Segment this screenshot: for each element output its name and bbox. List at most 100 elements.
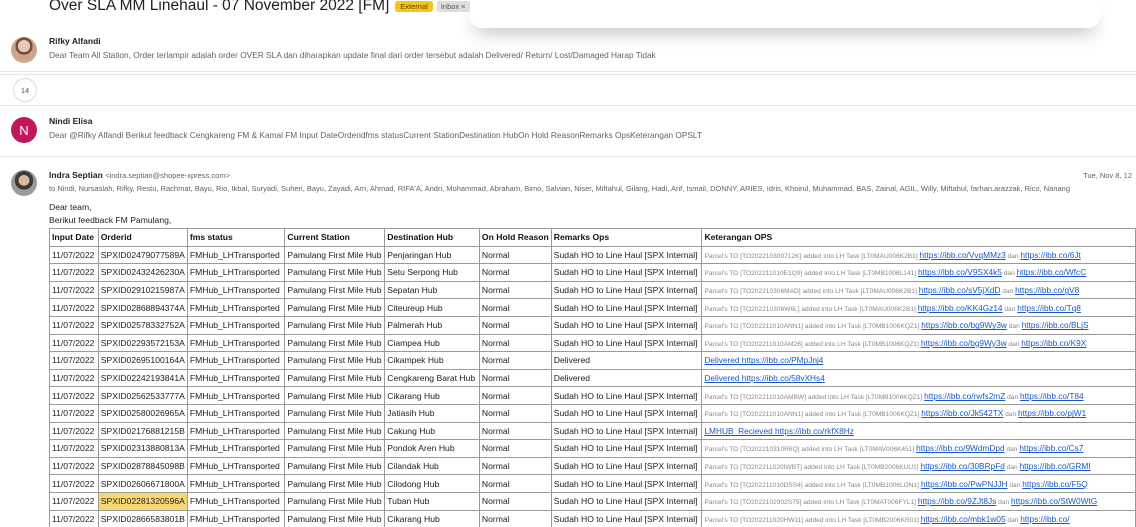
label-inbox[interactable]: Inbox ×: [436, 0, 470, 12]
evidence-link[interactable]: https://ibb.co/BLjS: [1022, 320, 1089, 330]
sender-name: Rifky Alfandi: [49, 36, 101, 46]
keterangan-text: Parcel's TO [TO202211010AM26] added into…: [704, 340, 921, 348]
keterangan-text: Parcel's TO [TO202211020HW11] added into…: [704, 516, 921, 524]
cell-on-hold-reason: Normal: [478, 315, 552, 335]
evidence-link[interactable]: https://ibb.co/KK4Gz14: [918, 303, 1003, 313]
cell-keterangan-ops: Parcel's TO [TO2022102902S75] added into…: [701, 491, 1136, 511]
avatar[interactable]: N: [11, 117, 37, 143]
cell-fms-status: FMHub_LHTransported: [186, 386, 286, 405]
cell-keterangan-ops: Delivered https://ibb.co/58vXHs4: [701, 368, 1136, 388]
column-header: fms status: [186, 228, 286, 247]
evidence-link[interactable]: https://ibb.co/bg9Wy3w: [921, 338, 1007, 348]
column-header: On Hold Reason: [478, 228, 552, 247]
cell-input-date: 11/07/2022: [49, 351, 99, 370]
cell-on-hold-reason: Normal: [478, 298, 552, 317]
message-date: Tue, Nov 8, 12: [1083, 171, 1132, 180]
cell-fms-status: FMHub_LHTransported: [186, 280, 286, 300]
avatar[interactable]: [11, 37, 37, 63]
cell-destination-hub: Sepatan Hub: [384, 280, 480, 300]
cell-remarks-ops: Sudah HO to Line Haul [SPX Internal]: [550, 386, 703, 405]
cell-current-station: Pamulang First Mile Hub: [284, 298, 386, 317]
cell-input-date: 11/07/2022: [49, 491, 99, 511]
evidence-link[interactable]: https://ibb.co/mbk1w05: [921, 514, 1006, 524]
cell-destination-hub: Penjaringan Hub: [384, 245, 480, 265]
message-snippet[interactable]: Dear @Rifky Alfandi Berikut feedback Cen…: [49, 130, 702, 140]
keterangan-text: Parcel's TO [TO202211010ANN1] added into…: [704, 411, 922, 419]
evidence-link[interactable]: https://ibb.co/gV8: [1015, 285, 1079, 295]
cell-keterangan-ops: Parcel's TO [TO202210306MAD] added into …: [701, 280, 1136, 300]
cell-remarks-ops: Sudah HO to Line Haul [SPX Internal]: [550, 333, 703, 353]
cell-on-hold-reason: Normal: [478, 474, 552, 493]
cell-fms-status: FMHub_LHTransported: [186, 491, 286, 511]
table-row: 11/07/2022 SPXID02695100164A FMHub_LHTrans…: [49, 351, 1136, 370]
evidence-link[interactable]: https://ibb.co/bg9Wy3w: [921, 320, 1007, 330]
intro-text: Berikut feedback FM Pamulang,: [49, 215, 172, 225]
cell-on-hold-reason: Normal: [478, 403, 552, 423]
cell-keterangan-ops: Parcel's TO [TO202211020HW11] added into…: [701, 509, 1136, 527]
evidence-link[interactable]: https://ibb.co/9ZJt8Js: [918, 496, 996, 506]
cell-destination-hub: Cikarang Hub: [384, 386, 480, 405]
evidence-link[interactable]: https://ibb.co/sV5jXdD: [919, 285, 1001, 295]
cell-on-hold-reason: Normal: [478, 263, 552, 282]
cell-destination-hub: Palmerah Hub: [384, 315, 480, 335]
cell-current-station: Pamulang First Mile Hub: [284, 351, 386, 370]
status-link[interactable]: LMHUB_Recieved https://ibb.co/rkfX8Hz: [704, 426, 853, 436]
evidence-link[interactable]: https://ibb.co/F5Q: [1022, 479, 1087, 489]
message-snippet[interactable]: Dear Team All Station, Order terlampir a…: [49, 50, 656, 60]
keterangan-text: Parcel's TO [TO202211010AMBW] added into…: [704, 393, 925, 401]
cell-input-date: 11/07/2022: [49, 298, 99, 317]
cell-orderid: SPXID02695100164A: [97, 351, 188, 370]
cell-on-hold-reason: Normal: [478, 368, 552, 388]
cell-orderid: SPXID02578332752A: [97, 315, 188, 335]
cell-current-station: Pamulang First Mile Hub: [284, 421, 386, 441]
cell-keterangan-ops: Parcel's TO [TO202210306W6L] added into …: [701, 298, 1136, 317]
keterangan-text: Parcel's TO [TO202210306MAD] added into …: [704, 288, 919, 296]
evidence-link[interactable]: https://ibb.co/V9SX4k5: [918, 267, 1002, 277]
evidence-link[interactable]: https://ibb.co/VvqMMz3: [920, 250, 1006, 260]
evidence-link[interactable]: https://ibb.co/rwfs2mZ: [924, 391, 1005, 401]
table-row: 11/07/2022 SPXID02866583801B FMHub_LHTrans…: [49, 509, 1136, 527]
table-row: 11/07/2022 SPXID02868894374A FMHub_LHTrans…: [49, 298, 1136, 317]
cell-orderid: SPXID02580026965A: [97, 403, 188, 423]
evidence-link[interactable]: https://ibb.co/T84: [1020, 391, 1084, 401]
evidence-link[interactable]: https://ibb.co/StW0WtG: [1011, 496, 1097, 506]
evidence-link[interactable]: https://ibb.co/pjW1: [1018, 408, 1086, 418]
conjunction-text: dan: [1005, 516, 1021, 524]
cell-current-station: Pamulang First Mile Hub: [284, 280, 386, 300]
evidence-link[interactable]: https://ibb.co/PwPNJJH: [921, 479, 1008, 489]
cell-remarks-ops: Sudah HO to Line Haul [SPX Internal]: [550, 263, 703, 282]
cell-fms-status: FMHub_LHTransported: [186, 315, 286, 335]
evidence-link[interactable]: https://ibb.co/GRMI: [1020, 461, 1091, 471]
status-link[interactable]: Delivered https://ibb.co/PMpJnj4: [704, 355, 823, 365]
evidence-link[interactable]: https://ibb.co/: [1020, 514, 1069, 524]
cell-destination-hub: Jatiasih Hub: [384, 403, 480, 423]
recipients-list[interactable]: to Nindi, Nursaslah, Rifky, Restu, Rachm…: [49, 184, 1136, 193]
cell-fms-status: FMHub_LHTransported: [186, 368, 286, 388]
cell-orderid: SPXID02878845098B: [97, 456, 188, 476]
evidence-link[interactable]: https://ibb.co/30BRpFd: [920, 461, 1004, 471]
status-link[interactable]: Delivered https://ibb.co/58vXHs4: [704, 373, 824, 383]
evidence-link[interactable]: https://ibb.co/Tq8: [1017, 303, 1081, 313]
conjunction-text: dan: [1006, 323, 1022, 331]
cell-orderid: SPXID02606671800A: [97, 474, 188, 493]
avatar[interactable]: [11, 170, 37, 196]
collapsed-messages-count[interactable]: 14: [13, 78, 37, 102]
evidence-link[interactable]: https://ibb.co/K9X: [1021, 338, 1086, 348]
evidence-link[interactable]: https://ibb.co/9WdmDpd: [916, 443, 1005, 453]
evidence-link[interactable]: https://ibb.co/Jk542TX: [921, 408, 1003, 418]
cell-current-station: Pamulang First Mile Hub: [284, 439, 386, 458]
remove-label-icon[interactable]: ×: [461, 2, 465, 11]
evidence-link[interactable]: https://ibb.co/Cs7: [1019, 443, 1083, 453]
cell-fms-status: FMHub_LHTransported: [186, 456, 286, 476]
cell-remarks-ops: Sudah HO to Line Haul [SPX Internal]: [550, 315, 703, 335]
cell-on-hold-reason: Normal: [478, 491, 552, 511]
cell-current-station: Pamulang First Mile Hub: [284, 509, 386, 527]
cell-fms-status: FMHub_LHTransported: [186, 263, 286, 282]
cell-remarks-ops: Sudah HO to Line Haul [SPX Internal]: [550, 403, 703, 423]
divider: [0, 105, 1136, 106]
evidence-link[interactable]: https://ibb.co/6Jt: [1020, 250, 1080, 260]
cell-destination-hub: Citeureup Hub: [384, 298, 480, 317]
cell-fms-status: FMHub_LHTransported: [186, 474, 286, 493]
evidence-link[interactable]: https://ibb.co/WfcC: [1017, 267, 1087, 277]
feedback-table: Input Date Orderid fms status Current Stati…: [49, 228, 1136, 527]
